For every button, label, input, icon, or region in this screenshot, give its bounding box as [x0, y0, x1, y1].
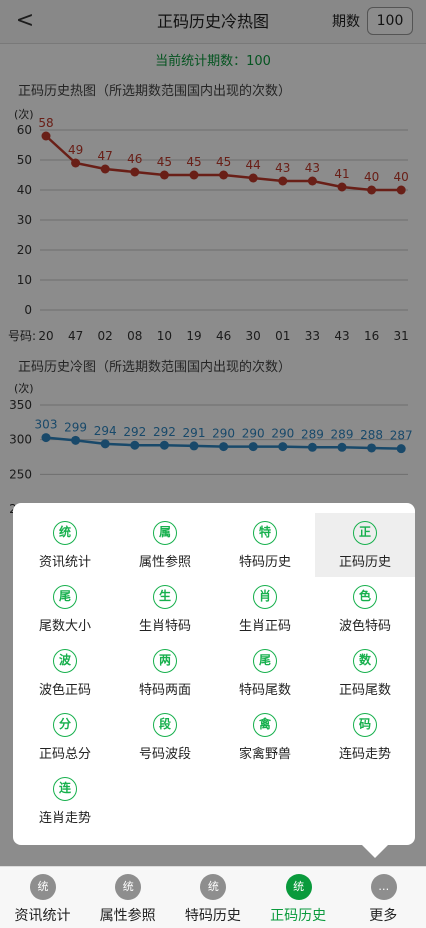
menu-item-label: 特码尾数: [238, 683, 291, 698]
menu-item-icon: 尾: [53, 585, 77, 609]
menu-item-7[interactable]: 色波色特码: [315, 577, 415, 641]
menu-item-label: 特码历史: [238, 555, 291, 570]
menu-item-label: 连码走势: [338, 747, 391, 762]
menu-item-icon: 码: [353, 713, 377, 737]
menu-item-12[interactable]: 分正码总分: [15, 705, 115, 769]
menu-item-label: 特码两面: [138, 683, 191, 698]
menu-item-icon: 段: [153, 713, 177, 737]
menu-item-10[interactable]: 尾特码尾数: [215, 641, 315, 705]
menu-item-label: 波色正码: [38, 683, 91, 698]
menu-item-icon: 分: [53, 713, 77, 737]
menu-item-label: 波色特码: [338, 619, 391, 634]
tab-label: 更多: [369, 908, 398, 924]
menu-item-13[interactable]: 段号码波段: [115, 705, 215, 769]
tab-label: 正码历史: [270, 908, 327, 924]
menu-item-icon: 波: [53, 649, 77, 673]
menu-item-icon: 色: [353, 585, 377, 609]
tab-0[interactable]: 统资讯统计: [0, 867, 85, 928]
menu-item-1[interactable]: 属属性参照: [115, 513, 215, 577]
menu-item-icon: 属: [153, 521, 177, 545]
menu-pointer: [362, 845, 388, 858]
tab-4[interactable]: … 更多: [341, 867, 426, 928]
tab-icon: 统: [30, 874, 56, 900]
menu-item-label: 生肖特码: [138, 619, 191, 634]
menu-item-0[interactable]: 统资讯统计: [15, 513, 115, 577]
menu-item-icon: 禽: [253, 713, 277, 737]
menu-item-icon: 数: [353, 649, 377, 673]
menu-item-label: 生肖正码: [238, 619, 291, 634]
tab-icon: …: [370, 874, 397, 900]
menu-item-9[interactable]: 两特码两面: [115, 641, 215, 705]
menu-item-label: 号码波段: [138, 747, 191, 762]
menu-item-label: 连肖走势: [38, 811, 91, 826]
tab-label: 特码历史: [184, 908, 241, 924]
tab-icon: 统: [285, 874, 312, 900]
menu-item-14[interactable]: 禽家禽野兽: [215, 705, 315, 769]
menu-item-label: 属性参照: [138, 555, 191, 570]
tab-icon: 统: [115, 874, 142, 900]
menu-item-11[interactable]: 数正码尾数: [315, 641, 415, 705]
menu-item-icon: 连: [53, 777, 77, 801]
menu-item-icon: 两: [153, 649, 177, 673]
menu-item-icon: 尾: [253, 649, 277, 673]
menu-item-6[interactable]: 肖生肖正码: [215, 577, 315, 641]
menu-item-label: 资讯统计: [38, 555, 91, 570]
menu-item-16[interactable]: 连连肖走势: [15, 769, 115, 833]
menu-item-label: 尾数大小: [38, 619, 91, 634]
menu-item-8[interactable]: 波波色正码: [15, 641, 115, 705]
menu-item-icon: 生: [153, 585, 177, 609]
menu-item-15[interactable]: 码连码走势: [315, 705, 415, 769]
menu-item-5[interactable]: 生生肖特码: [115, 577, 215, 641]
tab-1[interactable]: 统属性参照: [85, 867, 170, 928]
menu-item-label: 正码历史: [338, 555, 391, 570]
menu-item-icon: 正: [353, 521, 377, 545]
tab-icon: 统: [200, 874, 227, 900]
menu-item-label: 正码尾数: [338, 683, 391, 698]
bottom-tab-bar: 统资讯统计统属性参照统特码历史统正码历史… 更多: [0, 866, 426, 928]
more-menu-popup: 统资讯统计属属性参照特特码历史正正码历史尾尾数大小生生肖特码肖生肖正码色波色特码…: [13, 503, 415, 845]
menu-item-label: 正码总分: [38, 747, 91, 762]
tab-label: 资讯统计: [14, 908, 71, 924]
tab-2[interactable]: 统特码历史: [170, 867, 255, 928]
menu-item-4[interactable]: 尾尾数大小: [15, 577, 115, 641]
tab-3[interactable]: 统正码历史: [256, 867, 341, 928]
tab-label: 属性参照: [99, 908, 156, 924]
menu-item-icon: 统: [53, 521, 77, 545]
menu-item-icon: 特: [253, 521, 277, 545]
menu-item-2[interactable]: 特特码历史: [215, 513, 315, 577]
menu-item-icon: 肖: [253, 585, 277, 609]
menu-item-label: 家禽野兽: [238, 747, 291, 762]
menu-item-3[interactable]: 正正码历史: [315, 513, 415, 577]
